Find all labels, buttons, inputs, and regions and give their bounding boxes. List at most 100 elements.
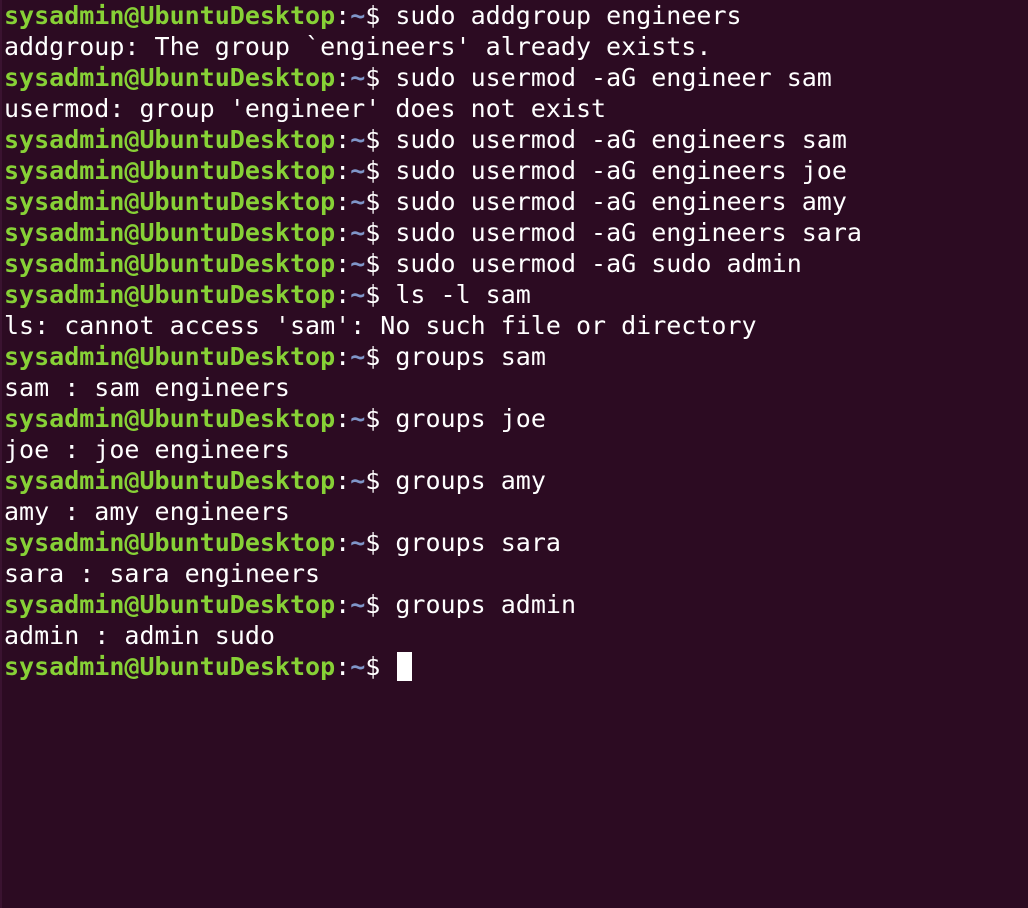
terminal-output-line: ls: cannot access 'sam': No such file or… bbox=[4, 310, 1028, 341]
terminal-command-line: sysadmin@UbuntuDesktop:~$ groups amy bbox=[4, 465, 1028, 496]
terminal-output-line: admin : admin sudo bbox=[4, 620, 1028, 651]
command-text: groups amy bbox=[395, 466, 546, 495]
prompt-symbol: $ bbox=[365, 342, 396, 371]
prompt-path: ~ bbox=[350, 156, 366, 185]
output-text: sara : sara engineers bbox=[4, 559, 321, 588]
prompt-user-host: sysadmin@UbuntuDesktop bbox=[4, 342, 336, 371]
prompt-separator: : bbox=[335, 342, 351, 371]
terminal-command-line: sysadmin@UbuntuDesktop:~$ sudo addgroup … bbox=[4, 0, 1028, 31]
output-text: sam : sam engineers bbox=[4, 373, 290, 402]
prompt-symbol: $ bbox=[365, 590, 396, 619]
prompt-separator: : bbox=[335, 218, 351, 247]
command-text: sudo usermod -aG engineers sara bbox=[395, 218, 862, 247]
prompt-symbol: $ bbox=[365, 156, 396, 185]
prompt-symbol: $ bbox=[365, 187, 396, 216]
prompt-user-host: sysadmin@UbuntuDesktop bbox=[4, 404, 336, 433]
prompt-symbol: $ bbox=[365, 466, 396, 495]
prompt-separator: : bbox=[335, 249, 351, 278]
command-text: sudo usermod -aG engineers sam bbox=[395, 125, 847, 154]
prompt-path: ~ bbox=[350, 187, 366, 216]
prompt-user-host: sysadmin@UbuntuDesktop bbox=[4, 63, 336, 92]
prompt-path: ~ bbox=[350, 404, 366, 433]
prompt-path: ~ bbox=[350, 63, 366, 92]
prompt-symbol: $ bbox=[365, 63, 396, 92]
prompt-symbol: $ bbox=[365, 249, 396, 278]
prompt-path: ~ bbox=[350, 528, 366, 557]
terminal-output-line: amy : amy engineers bbox=[4, 496, 1028, 527]
prompt-path: ~ bbox=[350, 466, 366, 495]
command-text: sudo addgroup engineers bbox=[395, 1, 742, 30]
terminal-command-line: sysadmin@UbuntuDesktop:~$ groups sam bbox=[4, 341, 1028, 372]
command-text: groups admin bbox=[395, 590, 576, 619]
prompt-user-host: sysadmin@UbuntuDesktop bbox=[4, 466, 336, 495]
prompt-separator: : bbox=[335, 590, 351, 619]
command-text: sudo usermod -aG engineers joe bbox=[395, 156, 847, 185]
prompt-separator: : bbox=[335, 125, 351, 154]
prompt-separator: : bbox=[335, 652, 351, 681]
output-text: usermod: group 'engineer' does not exist bbox=[4, 94, 607, 123]
prompt-symbol: $ bbox=[365, 404, 396, 433]
command-text: groups sam bbox=[395, 342, 546, 371]
command-text: sudo usermod -aG sudo admin bbox=[395, 249, 802, 278]
prompt-path: ~ bbox=[350, 218, 366, 247]
prompt-path: ~ bbox=[350, 652, 366, 681]
prompt-path: ~ bbox=[350, 249, 366, 278]
command-text: sudo usermod -aG engineers amy bbox=[395, 187, 847, 216]
prompt-user-host: sysadmin@UbuntuDesktop bbox=[4, 249, 336, 278]
output-text: amy : amy engineers bbox=[4, 497, 290, 526]
terminal-output-line: joe : joe engineers bbox=[4, 434, 1028, 465]
output-text: addgroup: The group `engineers' already … bbox=[4, 32, 712, 61]
prompt-user-host: sysadmin@UbuntuDesktop bbox=[4, 280, 336, 309]
prompt-separator: : bbox=[335, 528, 351, 557]
prompt-separator: : bbox=[335, 404, 351, 433]
prompt-path: ~ bbox=[350, 590, 366, 619]
terminal-command-line: sysadmin@UbuntuDesktop:~$ groups admin bbox=[4, 589, 1028, 620]
prompt-symbol: $ bbox=[365, 280, 396, 309]
text-cursor[interactable] bbox=[397, 652, 413, 681]
output-text: ls: cannot access 'sam': No such file or… bbox=[4, 311, 757, 340]
prompt-path: ~ bbox=[350, 280, 366, 309]
prompt-separator: : bbox=[335, 466, 351, 495]
command-text: sudo usermod -aG engineer sam bbox=[395, 63, 832, 92]
prompt-user-host: sysadmin@UbuntuDesktop bbox=[4, 156, 336, 185]
prompt-symbol: $ bbox=[365, 1, 396, 30]
terminal-command-line: sysadmin@UbuntuDesktop:~$ sudo usermod -… bbox=[4, 124, 1028, 155]
prompt-path: ~ bbox=[350, 125, 366, 154]
terminal-window[interactable]: sysadmin@UbuntuDesktop:~$ sudo addgroup … bbox=[0, 0, 1028, 908]
prompt-user-host: sysadmin@UbuntuDesktop bbox=[4, 125, 336, 154]
prompt-separator: : bbox=[335, 280, 351, 309]
prompt-separator: : bbox=[335, 156, 351, 185]
terminal-output-line: usermod: group 'engineer' does not exist bbox=[4, 93, 1028, 124]
output-text: admin : admin sudo bbox=[4, 621, 275, 650]
command-text: groups sara bbox=[395, 528, 561, 557]
prompt-user-host: sysadmin@UbuntuDesktop bbox=[4, 590, 336, 619]
command-text: ls -l sam bbox=[395, 280, 531, 309]
prompt-user-host: sysadmin@UbuntuDesktop bbox=[4, 652, 336, 681]
prompt-user-host: sysadmin@UbuntuDesktop bbox=[4, 1, 336, 30]
prompt-symbol: $ bbox=[365, 528, 396, 557]
terminal-command-line: sysadmin@UbuntuDesktop:~$ sudo usermod -… bbox=[4, 217, 1028, 248]
command-text: groups joe bbox=[395, 404, 546, 433]
prompt-separator: : bbox=[335, 187, 351, 216]
terminal-output-line: sam : sam engineers bbox=[4, 372, 1028, 403]
prompt-path: ~ bbox=[350, 1, 366, 30]
terminal-command-line: sysadmin@UbuntuDesktop:~$ sudo usermod -… bbox=[4, 62, 1028, 93]
prompt-separator: : bbox=[335, 1, 351, 30]
prompt-separator: : bbox=[335, 63, 351, 92]
terminal-command-line: sysadmin@UbuntuDesktop:~$ ls -l sam bbox=[4, 279, 1028, 310]
output-text: joe : joe engineers bbox=[4, 435, 290, 464]
terminal-command-line: sysadmin@UbuntuDesktop:~$ groups sara bbox=[4, 527, 1028, 558]
prompt-symbol: $ bbox=[365, 218, 396, 247]
prompt-user-host: sysadmin@UbuntuDesktop bbox=[4, 528, 336, 557]
terminal-command-line: sysadmin@UbuntuDesktop:~$ groups joe bbox=[4, 403, 1028, 434]
prompt-user-host: sysadmin@UbuntuDesktop bbox=[4, 187, 336, 216]
prompt-symbol: $ bbox=[365, 652, 396, 681]
prompt-symbol: $ bbox=[365, 125, 396, 154]
prompt-user-host: sysadmin@UbuntuDesktop bbox=[4, 218, 336, 247]
terminal-output-line: sara : sara engineers bbox=[4, 558, 1028, 589]
terminal-output: sysadmin@UbuntuDesktop:~$ sudo addgroup … bbox=[4, 0, 1028, 682]
terminal-output-line: addgroup: The group `engineers' already … bbox=[4, 31, 1028, 62]
terminal-active-prompt: sysadmin@UbuntuDesktop:~$ bbox=[4, 651, 1028, 682]
terminal-command-line: sysadmin@UbuntuDesktop:~$ sudo usermod -… bbox=[4, 248, 1028, 279]
terminal-command-line: sysadmin@UbuntuDesktop:~$ sudo usermod -… bbox=[4, 155, 1028, 186]
